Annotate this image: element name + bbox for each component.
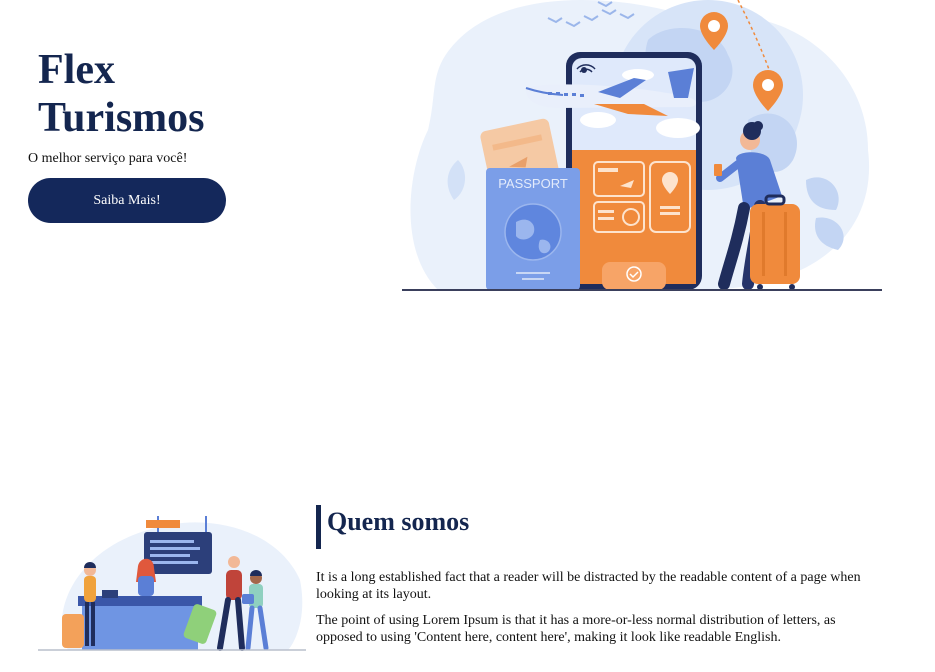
hero-section: Flex Turismos O melhor serviço para você… — [0, 0, 935, 300]
passport: PASSPORT — [486, 168, 580, 290]
globe-icon — [504, 203, 562, 261]
brand-title: Flex Turismos — [38, 47, 205, 141]
tagline: O melhor serviço para você! — [28, 151, 188, 166]
about-paragraph: It is a long established fact that a rea… — [316, 570, 861, 602]
svg-text:PASSPORT: PASSPORT — [498, 176, 568, 191]
about-heading: Quem somos — [316, 505, 469, 549]
about-paragraph: The point of using Lorem Ipsum is that i… — [316, 613, 836, 645]
suitcase-icon — [750, 194, 800, 290]
travel-hero-illustration: PASSPORT — [402, 0, 882, 291]
airport-checkin-illustration — [38, 516, 306, 651]
suitcase-icon — [62, 614, 84, 648]
saiba-mais-button[interactable]: Saiba Mais! — [28, 178, 226, 223]
